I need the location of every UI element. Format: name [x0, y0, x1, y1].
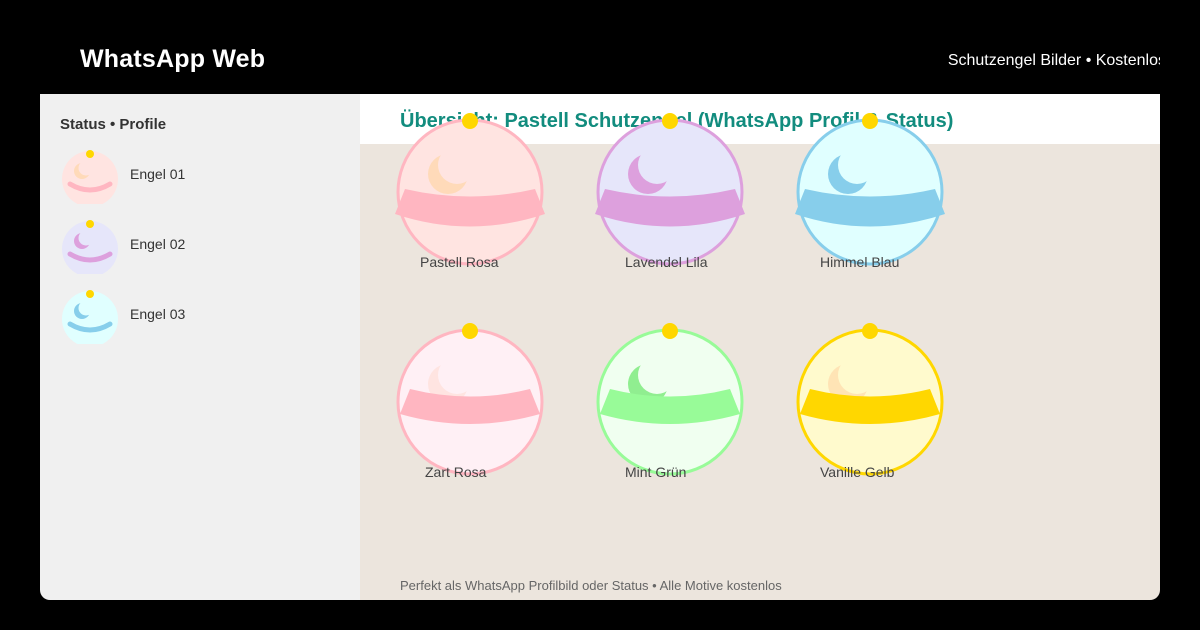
- angel-card-label: Pastell Rosa: [420, 254, 499, 270]
- angel-card-label: Zart Rosa: [425, 464, 487, 480]
- angel-avatar-icon: [62, 220, 118, 274]
- angel-card-label: Mint Grün: [625, 464, 687, 480]
- sidebar-item-label: Engel 01: [130, 166, 186, 182]
- sidebar-item-label: Engel 02: [130, 236, 186, 252]
- sidebar: Status • Profile Engel 01 Engel 02 Engel 0…: [40, 94, 360, 600]
- angel-card[interactable]: Zart Rosa: [390, 319, 570, 519]
- angel-icon: [596, 323, 744, 476]
- angel-card-label: Vanille Gelb: [820, 464, 895, 480]
- sidebar-item-label: Engel 03: [130, 306, 186, 322]
- angel-card[interactable]: Himmel Blau: [790, 109, 970, 309]
- sidebar-item-engel-1[interactable]: Engel 01: [60, 144, 320, 204]
- app-window: WhatsApp Web Schutzengel Bilder • Kosten…: [40, 29, 1160, 600]
- angel-card-label: Himmel Blau: [820, 254, 900, 270]
- angel-icon: [395, 113, 545, 266]
- sidebar-item-engel-2[interactable]: Engel 02: [60, 214, 320, 274]
- sidebar-title: Status • Profile: [60, 116, 167, 133]
- angel-avatar-icon: [62, 290, 118, 344]
- app-title: WhatsApp Web: [80, 45, 266, 73]
- footer-note: Perfekt als WhatsApp Profilbild oder Sta…: [400, 578, 782, 593]
- angel-card[interactable]: Pastell Rosa: [390, 109, 570, 309]
- sidebar-item-engel-3[interactable]: Engel 03: [60, 284, 320, 344]
- angel-avatar-icon: [62, 150, 118, 204]
- angel-icon: [796, 323, 944, 476]
- angel-card[interactable]: Mint Grün: [590, 319, 770, 519]
- angel-icon: [396, 323, 544, 476]
- angel-card-label: Lavendel Lila: [625, 254, 708, 270]
- angel-card[interactable]: Lavendel Lila: [590, 109, 770, 309]
- angel-icon: [795, 113, 945, 266]
- app-header: WhatsApp Web Schutzengel Bilder • Kosten…: [40, 29, 1160, 94]
- angel-card[interactable]: Vanille Gelb: [790, 319, 970, 519]
- angel-icon: [595, 113, 745, 266]
- header-subtitle: Schutzengel Bilder • Kostenlos: [947, 52, 1160, 69]
- main-panel: Übersicht: Pastell Schutzengel (WhatsApp…: [360, 94, 1160, 600]
